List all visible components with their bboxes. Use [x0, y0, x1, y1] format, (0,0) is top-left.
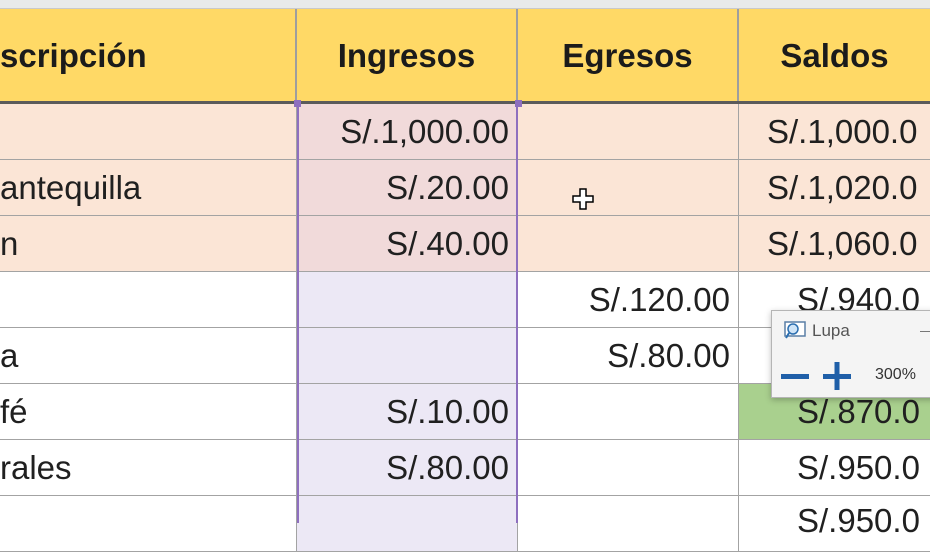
- minimize-icon[interactable]: [920, 331, 930, 332]
- cell-ingresos[interactable]: S/.80.00: [297, 440, 518, 496]
- cell-egresos[interactable]: [518, 440, 739, 496]
- cell-text: S/.10.00: [386, 392, 509, 430]
- cell-egresos[interactable]: S/.120.00: [518, 272, 739, 328]
- cell-descripcion[interactable]: a: [0, 328, 297, 384]
- cell-descripcion[interactable]: antequilla: [0, 160, 297, 216]
- cell-text: S/.80.00: [386, 448, 509, 486]
- header-saldos[interactable]: Saldos: [739, 9, 930, 102]
- cell-text: S/.1,060.0: [767, 224, 918, 262]
- cell-text: S/.20.00: [386, 168, 509, 206]
- cell-text: rales: [0, 448, 72, 486]
- header-egresos-label: Egresos: [562, 36, 693, 74]
- cell-ingresos[interactable]: S/.40.00: [297, 216, 518, 272]
- magnifier-window[interactable]: Lupa 300%: [771, 310, 930, 398]
- cell-text: S/.870.0: [797, 392, 920, 430]
- cross-cursor-icon: [572, 188, 594, 210]
- cell-ingresos[interactable]: S/.10.00: [297, 384, 518, 440]
- cell-egresos[interactable]: S/.80.00: [518, 328, 739, 384]
- cell-descripcion[interactable]: fé: [0, 384, 297, 440]
- selection-handle[interactable]: [515, 100, 522, 107]
- cell-text: S/.1,000.00: [340, 112, 509, 150]
- cell-text: antequilla: [0, 168, 142, 206]
- cell-text: fé: [0, 392, 28, 430]
- header-ingresos[interactable]: Ingresos: [297, 9, 518, 102]
- cell-descripcion[interactable]: [0, 272, 297, 328]
- cell-egresos[interactable]: [518, 104, 739, 160]
- cell-saldos[interactable]: S/.950.0: [739, 496, 930, 552]
- cell-egresos[interactable]: [518, 216, 739, 272]
- cell-ingresos[interactable]: [297, 496, 518, 552]
- cell-descripcion[interactable]: [0, 104, 297, 160]
- header-descripcion-label: scripción: [0, 36, 147, 74]
- zoom-out-icon[interactable]: [778, 361, 812, 391]
- cell-saldos[interactable]: S/.950.0: [739, 440, 930, 496]
- cell-ingresos[interactable]: [297, 272, 518, 328]
- cell-text: S/.950.0: [797, 448, 920, 486]
- cell-text: S/.1,000.0: [767, 112, 918, 150]
- cell-text: S/.40.00: [386, 224, 509, 262]
- magnifier-icon: [784, 321, 806, 339]
- cell-text: S/.120.00: [588, 280, 730, 318]
- cell-egresos[interactable]: [518, 160, 739, 216]
- zoom-level: 300%: [875, 366, 916, 383]
- cell-text: a: [0, 336, 19, 374]
- cell-descripcion[interactable]: n: [0, 216, 297, 272]
- cell-saldos[interactable]: S/.1,000.0: [739, 104, 930, 160]
- magnifier-title: Lupa: [812, 321, 850, 340]
- zoom-in-icon[interactable]: [820, 361, 854, 391]
- cell-text: n: [0, 224, 19, 262]
- cell-text: S/.80.00: [607, 336, 730, 374]
- top-strip: [0, 0, 930, 9]
- cell-ingresos[interactable]: S/.20.00: [297, 160, 518, 216]
- header-egresos[interactable]: Egresos: [518, 9, 739, 102]
- cell-descripcion[interactable]: [0, 496, 297, 552]
- cell-saldos[interactable]: S/.1,060.0: [739, 216, 930, 272]
- cell-egresos[interactable]: [518, 496, 739, 552]
- cell-ingresos[interactable]: S/.1,000.00: [297, 104, 518, 160]
- cell-egresos[interactable]: [518, 384, 739, 440]
- header-ingresos-label: Ingresos: [337, 36, 476, 74]
- cell-text: S/.950.0: [797, 502, 920, 539]
- cell-saldos[interactable]: S/.1,020.0: [739, 160, 930, 216]
- cell-ingresos[interactable]: [297, 328, 518, 384]
- cell-descripcion[interactable]: rales: [0, 440, 297, 496]
- cell-text: S/.1,020.0: [767, 168, 918, 206]
- header-saldos-label: Saldos: [780, 36, 889, 74]
- header-descripcion[interactable]: scripción: [0, 9, 297, 102]
- selection-handle[interactable]: [294, 100, 301, 107]
